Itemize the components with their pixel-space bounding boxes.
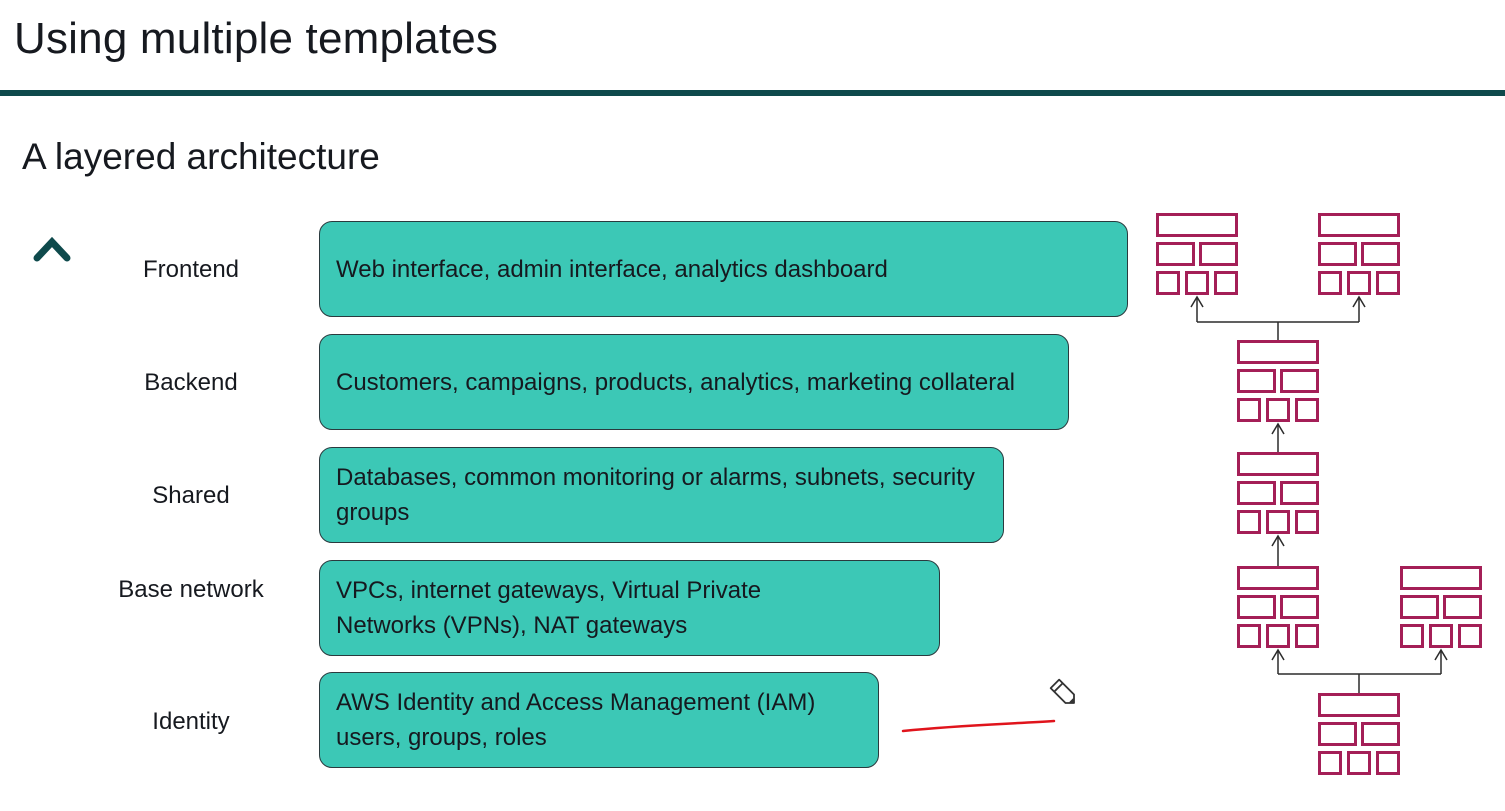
template-icon-frontend-left: [1156, 213, 1238, 295]
slide: Using multiple templates A layered archi…: [0, 0, 1505, 811]
template-icon-base-network: [1237, 566, 1319, 648]
template-icon-shared: [1237, 452, 1319, 534]
template-icon-frontend-right: [1318, 213, 1400, 295]
template-hierarchy-diagram: [1156, 213, 1482, 775]
template-icon-identity: [1318, 693, 1400, 775]
template-icons: [1156, 213, 1482, 775]
template-icon-backend: [1237, 340, 1319, 422]
template-icon-base-network-right: [1400, 566, 1482, 648]
